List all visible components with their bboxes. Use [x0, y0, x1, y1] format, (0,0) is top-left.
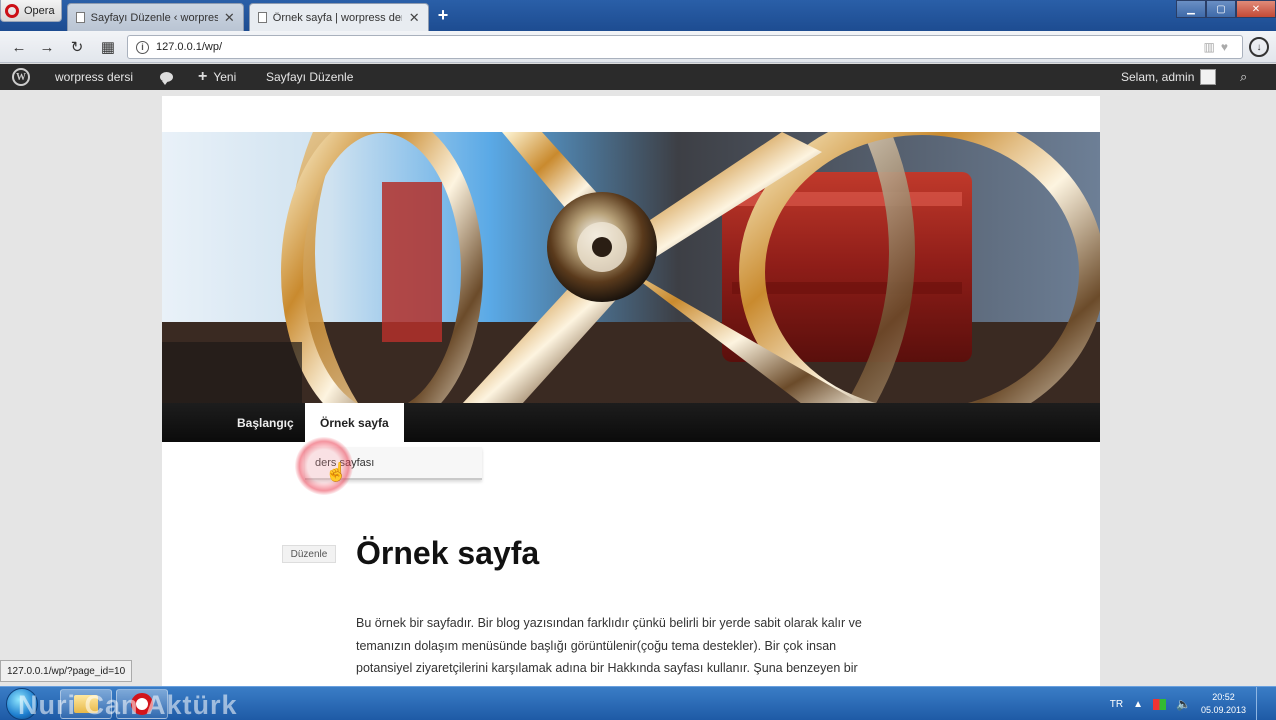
- edit-page-label: Sayfayı Düzenle: [266, 70, 354, 84]
- wp-menu[interactable]: W: [12, 64, 30, 90]
- bookmark-heart-icon[interactable]: ▥♥: [1204, 40, 1234, 54]
- tab-edit-page[interactable]: Sayfayı Düzenle ‹ worpress dersi ✕: [67, 3, 244, 31]
- browser-toolbar: ← → ↻ ▦ i 127.0.0.1/wp/ ▥♥ ↓: [0, 31, 1276, 63]
- admin-bar-search[interactable]: ⌕: [1240, 64, 1247, 90]
- document-icon: [76, 12, 85, 23]
- new-label: Yeni: [213, 70, 237, 84]
- edit-post-link[interactable]: Düzenle: [282, 545, 336, 563]
- tab-close-icon[interactable]: ✕: [224, 10, 235, 26]
- avatar: [1200, 69, 1217, 85]
- plus-icon: +: [198, 68, 208, 85]
- opera-menu-button[interactable]: Opera: [0, 0, 62, 22]
- speed-dial-icon[interactable]: ▦: [97, 36, 119, 58]
- page-content: Bu örnek bir sayfadır. Bir blog yazısınd…: [356, 612, 916, 680]
- page-title: Örnek sayfa: [356, 535, 540, 571]
- search-icon: ⌕: [1240, 69, 1248, 84]
- admin-bar-edit-page[interactable]: Sayfayı Düzenle: [266, 64, 353, 90]
- new-tab-button[interactable]: +: [433, 5, 453, 25]
- pointer-hand-icon: ☝: [325, 462, 348, 482]
- clock[interactable]: 20:52 05.09.2013: [1201, 691, 1246, 717]
- tab-sample-page[interactable]: Örnek sayfa | worpress dersi ✕: [249, 3, 429, 31]
- header-image: [162, 132, 1100, 404]
- tab-title: Örnek sayfa | worpress dersi: [272, 11, 403, 24]
- tab-close-icon[interactable]: ✕: [408, 10, 420, 26]
- system-tray: TR ▲ 🔈 20:52 05.09.2013: [1110, 687, 1276, 720]
- site-main-navigation: Başlangıç Örnek sayfa: [162, 403, 1100, 442]
- reload-icon[interactable]: ↻: [66, 36, 88, 58]
- wordpress-logo-icon: W: [12, 68, 30, 86]
- opera-logo-icon: [5, 3, 19, 18]
- clock-date: 05.09.2013: [1200, 705, 1246, 715]
- status-bar-url: 127.0.0.1/wp/?page_id=10: [0, 660, 133, 682]
- site-name-label: worpress dersi: [55, 70, 134, 84]
- language-indicator[interactable]: TR: [1110, 699, 1123, 710]
- tab-title: Sayfayı Düzenle ‹ worpress dersi: [90, 11, 218, 24]
- tray-expand-icon[interactable]: ▲: [1133, 699, 1143, 710]
- forward-arrow-icon[interactable]: →: [36, 36, 58, 58]
- show-desktop-button[interactable]: [1256, 687, 1268, 720]
- back-arrow-icon[interactable]: ←: [8, 36, 30, 58]
- clock-time: 20:52: [1212, 692, 1235, 702]
- admin-bar-new[interactable]: + Yeni: [198, 64, 236, 90]
- speech-bubble-icon: [160, 72, 173, 85]
- window-controls: ▁ ▢ ✕: [1176, 0, 1276, 18]
- download-icon[interactable]: ↓: [1249, 37, 1269, 57]
- content-line: potansiyel ziyaretçilerini karşılamak ad…: [356, 661, 858, 675]
- action-center-flag-icon[interactable]: [1153, 698, 1166, 710]
- nav-item-home[interactable]: Başlangıç: [237, 403, 294, 442]
- close-window-button[interactable]: ✕: [1236, 0, 1276, 18]
- url-text[interactable]: 127.0.0.1/wp/: [156, 41, 222, 53]
- greeting-label: Selam, admin: [1121, 70, 1195, 84]
- site-info-icon[interactable]: i: [136, 40, 149, 54]
- address-bar[interactable]: i 127.0.0.1/wp/ ▥♥: [127, 35, 1243, 59]
- opera-menu-label: Opera: [24, 4, 55, 17]
- maximize-button[interactable]: ▢: [1206, 0, 1236, 18]
- content-line: Bu örnek bir sayfadır. Bir blog yazısınd…: [356, 616, 862, 630]
- document-icon: [258, 12, 267, 23]
- minimize-button[interactable]: ▁: [1176, 0, 1206, 18]
- admin-bar-account[interactable]: Selam, admin: [1121, 64, 1217, 90]
- content-line: temanızın dolaşım menüsünde başlığı görü…: [356, 638, 837, 653]
- browser-titlebar: Opera Sayfayı Düzenle ‹ worpress dersi ✕…: [0, 0, 1276, 31]
- nav-item-sample-page[interactable]: Örnek sayfa: [305, 403, 404, 442]
- wp-admin-bar: W worpress dersi + Yeni Sayfayı Düzenle …: [0, 64, 1276, 90]
- admin-bar-site-name[interactable]: worpress dersi: [55, 64, 133, 90]
- speaker-icon[interactable]: 🔈: [1176, 697, 1191, 711]
- video-watermark: Nuri Can Aktürk: [18, 690, 238, 720]
- admin-bar-comments[interactable]: [160, 64, 173, 90]
- header-wheel-illustration: [162, 132, 1100, 404]
